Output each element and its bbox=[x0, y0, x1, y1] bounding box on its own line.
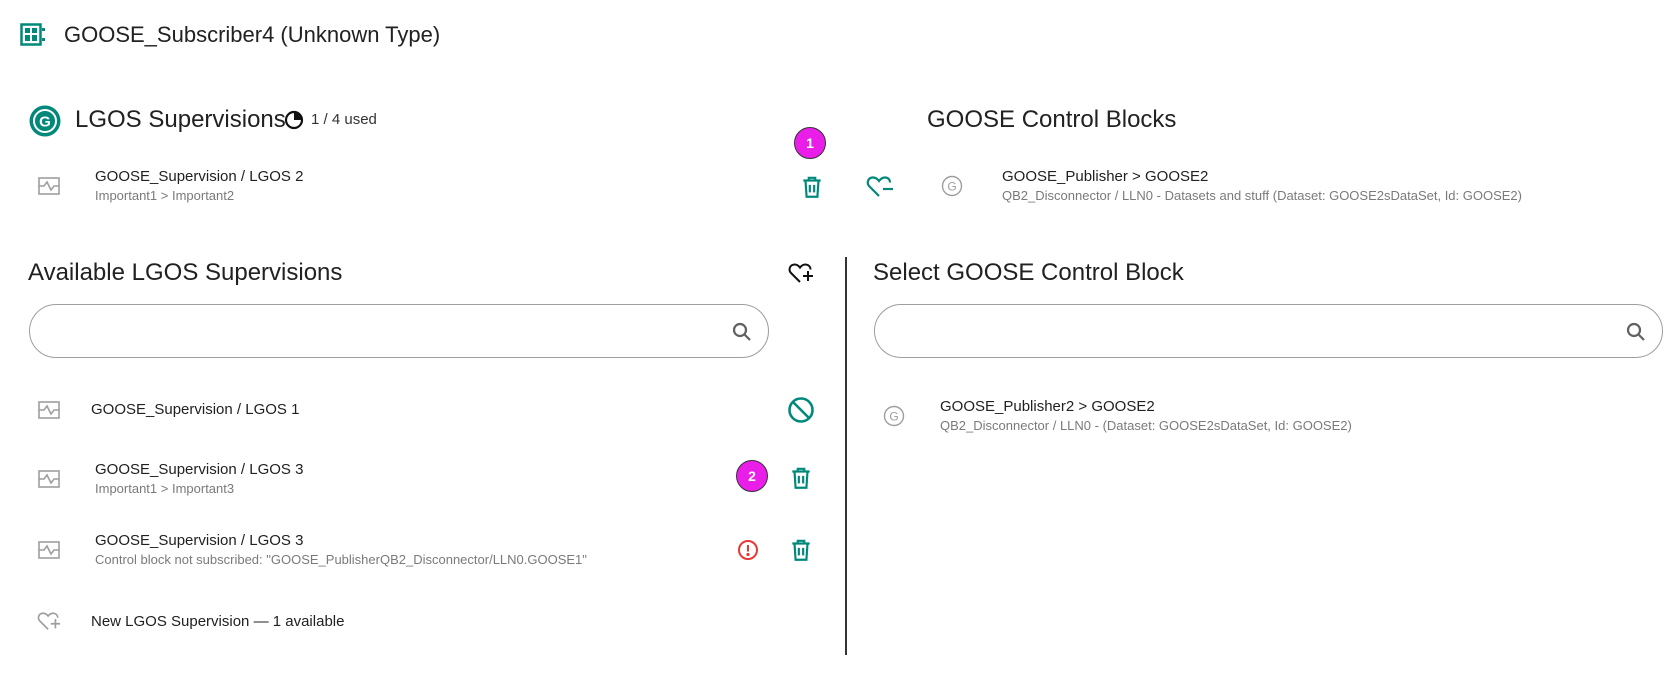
svg-text:G: G bbox=[889, 410, 898, 424]
ied-icon bbox=[20, 23, 46, 47]
heart-minus-icon[interactable] bbox=[866, 174, 894, 200]
item-primary: GOOSE_Supervision / LGOS 2 bbox=[95, 168, 304, 185]
gcb-search-input[interactable] bbox=[895, 317, 1625, 347]
lgos-section-title: LGOS Supervisions bbox=[75, 106, 286, 133]
item-primary: GOOSE_Supervision / LGOS 3 bbox=[95, 461, 304, 478]
item-primary: GOOSE_Publisher > GOOSE2 bbox=[1002, 168, 1209, 185]
subscribed-lgos-item[interactable]: GOOSE_Supervision / LGOS 2 Important1 > … bbox=[37, 167, 303, 205]
search-icon[interactable] bbox=[730, 320, 754, 344]
available-item-text: GOOSE_Supervision / LGOS 3 Control block… bbox=[95, 531, 587, 569]
supervision-icon bbox=[37, 538, 61, 562]
block-icon[interactable] bbox=[787, 396, 815, 424]
step-badge-1: 1 bbox=[794, 127, 826, 159]
select-gcb-section-title: Select GOOSE Control Block bbox=[873, 259, 1184, 286]
step-badge-2: 2 bbox=[736, 460, 768, 492]
available-item-text: GOOSE_Supervision / LGOS 1 bbox=[91, 400, 299, 420]
item-secondary: Important1 > Important3 bbox=[95, 481, 235, 496]
column-divider bbox=[845, 257, 847, 655]
delete-icon[interactable] bbox=[799, 174, 825, 200]
subscribed-lgos-text: GOOSE_Supervision / LGOS 2 Important1 > … bbox=[95, 167, 303, 205]
item-secondary: QB2_Disconnector / LLN0 - Datasets and s… bbox=[1002, 188, 1522, 203]
new-lgos-item[interactable]: New LGOS Supervision — 1 available bbox=[37, 610, 344, 634]
page-header: GOOSE_Subscriber4 (Unknown Type) bbox=[20, 20, 440, 50]
subscribed-gcb-item[interactable]: G GOOSE_Publisher > GOOSE2 QB2_Disconnec… bbox=[940, 167, 1522, 205]
delete-icon[interactable] bbox=[788, 537, 814, 563]
item-primary: GOOSE_Supervision / LGOS 1 bbox=[91, 401, 300, 418]
available-item-lgos-3[interactable]: GOOSE_Supervision / LGOS 3 Important1 > … bbox=[37, 460, 303, 498]
pie-chart-icon bbox=[284, 110, 304, 130]
heart-plus-icon bbox=[37, 610, 61, 634]
item-primary: New LGOS Supervision — 1 available bbox=[91, 613, 345, 630]
goose-icon: G bbox=[940, 174, 964, 198]
item-primary: GOOSE_Supervision / LGOS 3 bbox=[95, 532, 304, 549]
item-secondary: Important1 > Important2 bbox=[95, 188, 235, 203]
available-search-input[interactable] bbox=[50, 317, 730, 347]
item-primary: GOOSE_Publisher2 > GOOSE2 bbox=[940, 398, 1155, 415]
item-secondary: QB2_Disconnector / LLN0 - (Dataset: GOOS… bbox=[940, 418, 1352, 433]
usage-counter: 1 / 4 used bbox=[311, 111, 377, 128]
item-secondary: Control block not subscribed: "GOOSE_Pub… bbox=[95, 552, 587, 567]
heart-plus-icon[interactable] bbox=[788, 261, 814, 285]
gcb-search-field[interactable] bbox=[874, 304, 1663, 358]
goose-icon: G bbox=[882, 404, 906, 428]
delete-icon[interactable] bbox=[788, 465, 814, 491]
gcb-section-title: GOOSE Control Blocks bbox=[927, 106, 1177, 133]
gcb-list-item[interactable]: G GOOSE_Publisher2 > GOOSE2 QB2_Disconne… bbox=[882, 397, 1352, 435]
available-search-field[interactable] bbox=[29, 304, 769, 358]
error-icon bbox=[737, 539, 759, 561]
supervision-icon bbox=[37, 398, 61, 422]
search-icon[interactable] bbox=[1624, 320, 1648, 344]
available-item-lgos-1[interactable]: GOOSE_Supervision / LGOS 1 bbox=[37, 398, 299, 422]
available-item-lgos-3-error[interactable]: GOOSE_Supervision / LGOS 3 Control block… bbox=[37, 531, 587, 569]
available-section-title: Available LGOS Supervisions bbox=[28, 259, 343, 286]
available-item-text: GOOSE_Supervision / LGOS 3 Important1 > … bbox=[95, 460, 303, 498]
goose-badge-icon: G bbox=[28, 104, 62, 138]
supervision-icon bbox=[37, 467, 61, 491]
svg-text:G: G bbox=[947, 180, 956, 194]
gcb-list-item-text: GOOSE_Publisher2 > GOOSE2 QB2_Disconnect… bbox=[940, 397, 1352, 435]
new-lgos-text: New LGOS Supervision — 1 available bbox=[91, 612, 344, 632]
svg-text:G: G bbox=[39, 114, 51, 131]
page-title: GOOSE_Subscriber4 (Unknown Type) bbox=[64, 22, 441, 47]
subscribed-gcb-text: GOOSE_Publisher > GOOSE2 QB2_Disconnecto… bbox=[1002, 167, 1522, 205]
supervision-icon bbox=[37, 174, 61, 198]
